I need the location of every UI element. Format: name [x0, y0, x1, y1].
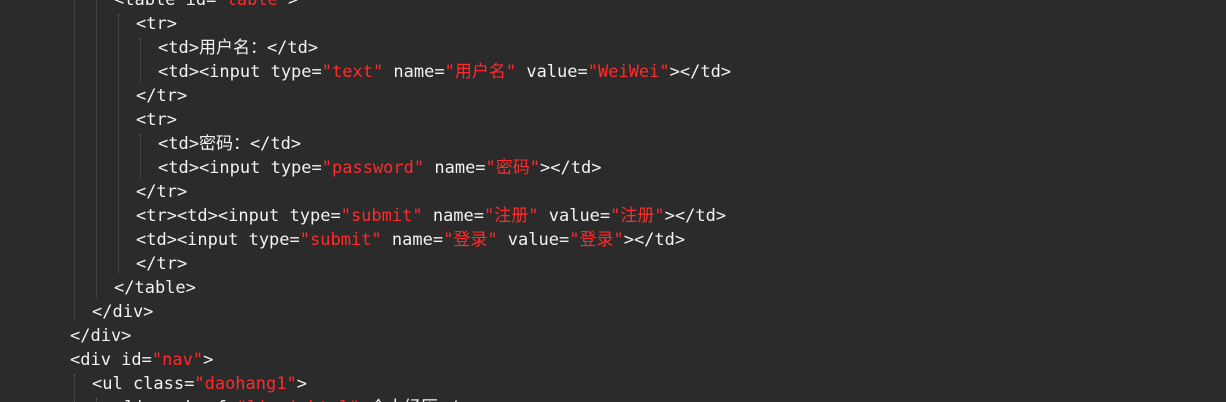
- attribute-value-token: "liuyi.html": [237, 398, 360, 402]
- code-line[interactable]: <tr>: [136, 12, 177, 36]
- attribute-value-token: "text": [321, 62, 384, 82]
- attribute-value-token: "注册": [484, 206, 539, 226]
- markup-token: <td>密码：</td>: [158, 134, 302, 154]
- code-editor[interactable]: <table id="table"> <tr> <td>用户名：</td> <td><…: [0, 0, 1226, 402]
- attribute-value-token: "密码": [485, 158, 541, 178]
- markup-token: ></td>: [540, 158, 602, 178]
- markup-token: <table id=: [114, 0, 217, 10]
- code-line[interactable]: </div>: [92, 300, 153, 324]
- markup-token: >: [203, 350, 214, 370]
- markup-token: <li><a href=: [114, 398, 237, 402]
- markup-token: <td>用户名：</td>: [158, 38, 319, 58]
- attribute-value-token: "submit": [340, 206, 423, 226]
- indent-guide: [140, 134, 141, 178]
- markup-token: value=: [516, 62, 588, 82]
- markup-token: >: [288, 0, 299, 10]
- markup-token: name=: [424, 158, 486, 178]
- attribute-value-token: "daohang1": [194, 374, 297, 394]
- markup-token: name=: [381, 230, 444, 250]
- markup-token: </tr>: [136, 254, 188, 274]
- markup-token: <td><input type=: [158, 62, 322, 82]
- code-line[interactable]: <td>密码：</td>: [158, 132, 301, 156]
- markup-token: value=: [497, 230, 570, 250]
- code-line[interactable]: <td>用户名：</td>: [158, 36, 318, 60]
- markup-token: >: [296, 374, 307, 394]
- attribute-value-token: "submit": [299, 230, 382, 250]
- attribute-value-token: "登录": [443, 230, 498, 250]
- indent-guide: [118, 14, 119, 274]
- code-line[interactable]: </table>: [114, 276, 196, 300]
- markup-token: </table>: [114, 278, 196, 298]
- markup-token: value=: [538, 206, 611, 226]
- attribute-value-token: "WeiWei": [587, 62, 670, 82]
- markup-token: >个人经历</a>: [360, 398, 479, 402]
- markup-token: <ul class=: [92, 374, 195, 394]
- markup-token: ></td>: [623, 230, 686, 250]
- attribute-value-token: "注册": [610, 206, 665, 226]
- markup-token: </div>: [92, 302, 154, 322]
- markup-token: <td><input type=: [158, 158, 322, 178]
- code-line[interactable]: </tr>: [136, 180, 187, 204]
- markup-token: </div>: [70, 326, 132, 346]
- attribute-value-token: "table": [216, 0, 289, 10]
- code-line[interactable]: <td><input type="password" name="密码"></t…: [158, 156, 601, 180]
- code-line[interactable]: <li><a href="liuyi.html">个人经历</a>: [114, 396, 479, 402]
- indent-guide: [96, 398, 97, 402]
- markup-token: ></td>: [669, 62, 732, 82]
- indent-guide: [74, 0, 75, 322]
- attribute-value-token: "用户名": [444, 62, 517, 82]
- attribute-value-token: "nav": [151, 350, 204, 370]
- code-line[interactable]: </tr>: [136, 252, 187, 276]
- markup-token: </tr>: [136, 86, 188, 106]
- code-line[interactable]: <ul class="daohang1">: [92, 372, 307, 396]
- code-line[interactable]: <table id="table">: [114, 0, 298, 12]
- indent-guide: [96, 0, 97, 298]
- code-line[interactable]: <tr>: [136, 108, 177, 132]
- indent-guide: [74, 374, 75, 402]
- code-line[interactable]: <td><input type="submit" name="登录" value…: [136, 228, 685, 252]
- code-line[interactable]: <tr><td><input type="submit" name="注册" v…: [136, 204, 726, 228]
- code-line[interactable]: </tr>: [136, 84, 187, 108]
- attribute-value-token: "password": [321, 158, 425, 178]
- markup-token: <div id=: [70, 350, 152, 370]
- markup-token: name=: [383, 62, 445, 82]
- attribute-value-token: "登录": [569, 230, 624, 250]
- markup-token: <tr>: [136, 14, 177, 34]
- markup-token: name=: [422, 206, 485, 226]
- markup-token: <tr>: [136, 110, 177, 130]
- markup-token: <td><input type=: [136, 230, 300, 250]
- code-line[interactable]: <td><input type="text" name="用户名" value=…: [158, 60, 731, 84]
- code-line[interactable]: </div>: [70, 324, 131, 348]
- code-line[interactable]: <div id="nav">: [70, 348, 213, 372]
- indent-guide: [140, 38, 141, 82]
- markup-token: </tr>: [136, 182, 188, 202]
- markup-token: ></td>: [664, 206, 727, 226]
- markup-token: <tr><td><input type=: [136, 206, 341, 226]
